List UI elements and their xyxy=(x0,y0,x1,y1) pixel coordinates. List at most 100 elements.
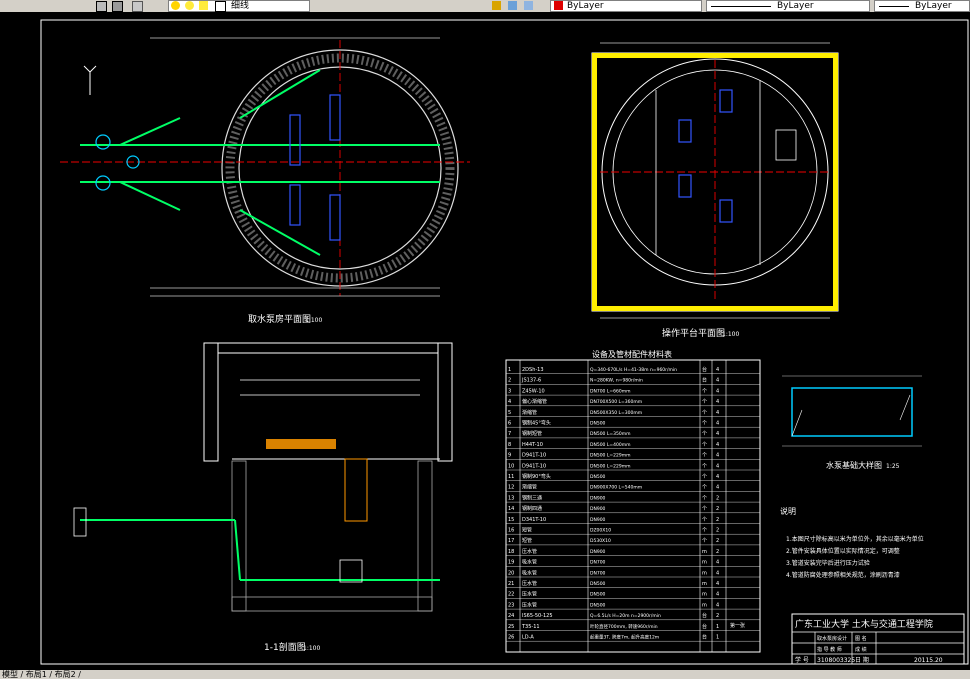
table-cell-spec: DN900 xyxy=(590,517,606,523)
table-cell-unit: 个 xyxy=(702,528,707,534)
table-cell-no: 6 xyxy=(508,421,511,427)
table-cell-name: 压水管 xyxy=(522,580,537,587)
table-cell-name: IS65-50-125 xyxy=(522,613,553,619)
table-cell-name: 短管 xyxy=(522,527,532,534)
color-dropdown[interactable]: ByLayer xyxy=(550,0,702,12)
table-cell-name: 偏心渐缩管 xyxy=(522,398,547,405)
table-cell-name: 压水管 xyxy=(522,548,537,555)
table-cell-unit: 个 xyxy=(702,388,707,394)
table-cell-no: 11 xyxy=(508,474,514,480)
table-cell-spec: DN900 xyxy=(590,495,606,501)
table-cell-no: 17 xyxy=(508,538,514,544)
table-cell-name: D941T-10 xyxy=(522,453,546,459)
table-cell-qty: 4 xyxy=(716,410,719,416)
table-cell-no: 5 xyxy=(508,410,511,416)
note-line: 4.管道防腐处理参照相关规范，涂刷沥青漆 xyxy=(786,571,900,579)
table-cell-qty: 1 xyxy=(716,624,719,630)
table-cell-qty: 4 xyxy=(716,581,719,587)
table-cell-no: 12 xyxy=(508,485,514,491)
match-properties-icon[interactable] xyxy=(96,1,107,12)
make-object-layer-current-icon[interactable] xyxy=(492,1,501,10)
table-cell-no: 16 xyxy=(508,528,514,534)
table-cell-unit: m xyxy=(702,581,707,587)
table-cell-name: D341T-10 xyxy=(522,517,546,523)
table-cell-unit: 个 xyxy=(702,474,707,480)
lineweight-dropdown[interactable]: ByLayer xyxy=(874,0,970,12)
table-cell-unit: m xyxy=(702,592,707,598)
layer-properties-icon[interactable] xyxy=(132,1,143,12)
table-cell-no: 26 xyxy=(508,635,514,641)
table-cell-unit: 台 xyxy=(702,366,707,373)
table-cell-qty: 4 xyxy=(716,453,719,459)
table-cell-qty: 2 xyxy=(716,506,719,512)
table-cell-no: 14 xyxy=(508,506,514,512)
title-block-project: 取水泵房设计 xyxy=(817,635,847,642)
table-cell-spec: DZ00X10 xyxy=(590,528,611,534)
layer-dropdown[interactable]: 细线 xyxy=(168,0,310,12)
date-label: 日 期 xyxy=(855,656,869,664)
table-cell-no: 15 xyxy=(508,517,514,523)
title-block-grade-label: 成 绩 xyxy=(855,646,867,653)
table-cell-spec: DN500 L=400mm xyxy=(590,442,631,448)
table-cell-spec: DN500 xyxy=(590,602,606,608)
section-title: 1-1剖面图 xyxy=(264,641,306,653)
table-cell-spec: DN500 xyxy=(590,592,606,598)
platform-title: 操作平台平面图 xyxy=(662,327,725,339)
table-cell-no: 19 xyxy=(508,560,514,566)
table-cell-unit: 台 xyxy=(702,634,707,641)
table-cell-qty: 4 xyxy=(716,399,719,405)
student-id: 3108003325 xyxy=(817,657,855,664)
table-cell-name: 吸水管 xyxy=(522,559,537,566)
table-cell-unit: 台 xyxy=(702,623,707,630)
linetype-dropdown[interactable]: ByLayer xyxy=(706,0,870,12)
table-cell-name: 钢制90°弯头 xyxy=(522,473,551,480)
table-cell-spec: DN900 xyxy=(590,549,606,555)
table-cell-qty: 1 xyxy=(716,635,719,641)
table-cell-qty: 4 xyxy=(716,570,719,576)
note-line: 2.管件安装具体位置以实际情况定，可调整 xyxy=(786,547,900,555)
status-bar: 模型 / 布局1 / 布局2 / xyxy=(0,670,970,679)
note-line: 3.管道安装完毕后进行压力试验 xyxy=(786,559,870,567)
table-cell-qty: 4 xyxy=(716,560,719,566)
table-cell-unit: 个 xyxy=(702,431,707,437)
layer-lock-icon xyxy=(199,1,208,10)
linetype-label: ByLayer xyxy=(777,1,814,11)
table-cell-qty: 4 xyxy=(716,378,719,384)
plan-scale: 1:100 xyxy=(305,317,322,324)
layer-previous-button-icon[interactable] xyxy=(508,1,517,10)
table-cell-no: 10 xyxy=(508,463,514,469)
title-block-instructor-label: 指 导 教 师 xyxy=(817,646,842,653)
layer-states-icon[interactable] xyxy=(524,1,533,10)
table-cell-unit: m xyxy=(702,602,707,608)
platform-scale: 1:100 xyxy=(722,331,739,338)
layer-previous-icon[interactable] xyxy=(112,1,123,12)
table-cell-name: 渐缩管 xyxy=(522,484,537,491)
table-cell-spec: Q=6.5L/s H=20m n=2900r/min xyxy=(590,613,661,619)
table-cell-unit: 个 xyxy=(702,442,707,448)
lineweight-label: ByLayer xyxy=(915,1,952,11)
table-cell-unit: m xyxy=(702,560,707,566)
table-cell-qty: 4 xyxy=(716,463,719,469)
table-cell-no: 13 xyxy=(508,495,514,501)
table-cell-qty: 4 xyxy=(716,388,719,394)
layout-tabs[interactable]: 模型 / 布局1 / 布局2 / xyxy=(2,670,81,679)
table-cell-name: 钢制短管 xyxy=(522,430,542,437)
student-id-label: 学 号 xyxy=(795,656,809,664)
table-cell-name: 2DSh-13 xyxy=(522,367,544,373)
section-scale: 1:100 xyxy=(303,645,320,652)
table-cell-spec: DN700X500 L=360mm xyxy=(590,399,642,405)
layer-color-icon xyxy=(215,1,226,12)
table-cell-no: 2 xyxy=(508,378,511,384)
table-cell-no: 25 xyxy=(508,624,514,630)
table-cell-name: 钢制45°弯头 xyxy=(522,420,551,427)
table-cell-unit: m xyxy=(702,549,707,555)
color-swatch-icon xyxy=(554,1,563,10)
table-cell-qty: 4 xyxy=(716,485,719,491)
table-cell-name: 短管 xyxy=(522,537,532,544)
table-cell-spec: DN500 L=229mm xyxy=(590,463,631,469)
table-cell-spec: 叶轮直径700mm, 转速960r/min xyxy=(590,623,658,630)
table-cell-qty: 2 xyxy=(716,549,719,555)
layer-on-icon xyxy=(171,1,180,10)
drawing-canvas[interactable]: 取水泵房平面图 1:100 操作平台平面图 1:100 1-1剖面图 1:100… xyxy=(0,12,970,670)
table-cell-spec: DN700 xyxy=(590,560,606,566)
